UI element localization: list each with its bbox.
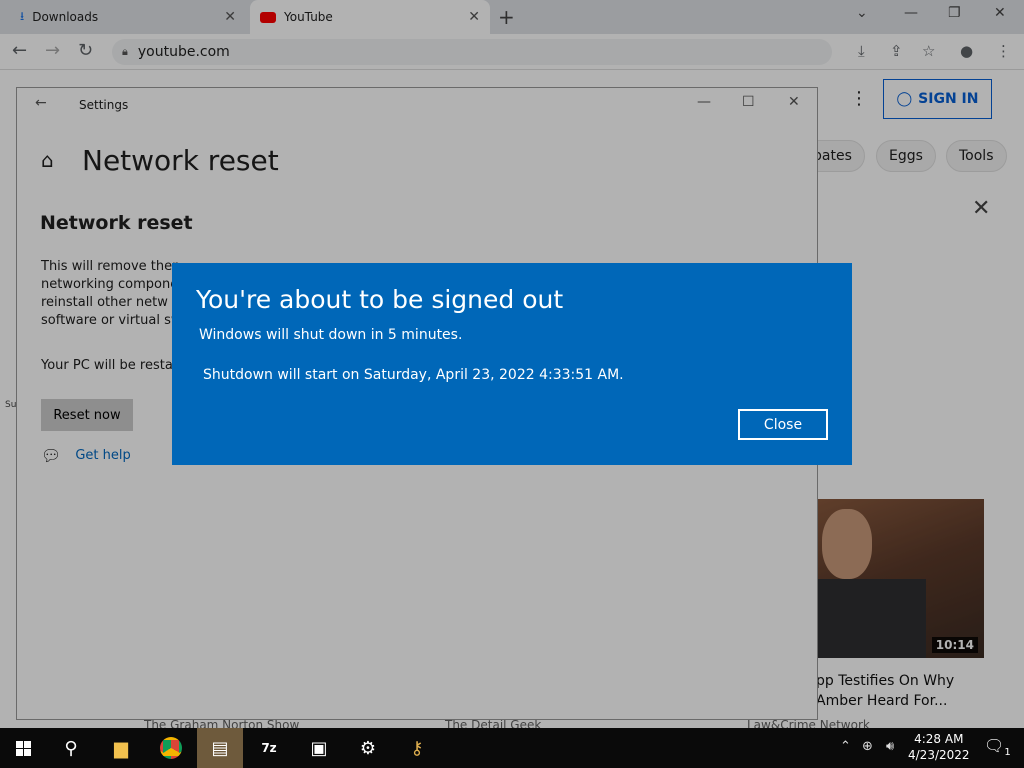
show-hidden-icons[interactable]: ⌃ [840, 739, 851, 754]
network-icon[interactable]: ⊕ [862, 739, 873, 754]
notification-center-icon[interactable]: 🗨︎1 [984, 736, 1011, 758]
taskbar: ⚲ ▆ ▤ 7z ▣ ⚙ ⚷ ⌃ ⊕ 🔊︎ 4:28 AM 4/23/2022 … [0, 728, 1024, 768]
clock-date: 4/23/2022 [908, 748, 970, 762]
notification-count: 1 [1004, 747, 1011, 759]
app-icon-active[interactable]: ▤ [197, 728, 243, 768]
dialog-title: You're about to be signed out [196, 285, 564, 314]
keys-icon[interactable]: ⚷ [394, 728, 440, 768]
clock-time: 4:28 AM [914, 732, 964, 746]
close-button[interactable]: Close [738, 409, 828, 440]
settings-gear-icon[interactable]: ⚙ [345, 728, 391, 768]
volume-icon[interactable]: 🔊︎ [886, 739, 894, 754]
app-window-icon[interactable]: ▣ [296, 728, 342, 768]
chrome-icon[interactable] [148, 728, 194, 768]
windows-logo-icon [15, 740, 31, 756]
dialog-shutdown-time: Shutdown will start on Saturday, April 2… [203, 367, 624, 383]
dialog-message: Windows will shut down in 5 minutes. [199, 327, 463, 343]
search-icon[interactable]: ⚲ [48, 728, 94, 768]
start-button[interactable] [0, 728, 46, 768]
system-clock[interactable]: 4:28 AM 4/23/2022 [908, 731, 970, 763]
shutdown-dialog: You're about to be signed out Windows wi… [172, 263, 852, 465]
file-explorer-icon[interactable]: ▆ [98, 728, 144, 768]
7zip-icon[interactable]: 7z [246, 728, 292, 768]
